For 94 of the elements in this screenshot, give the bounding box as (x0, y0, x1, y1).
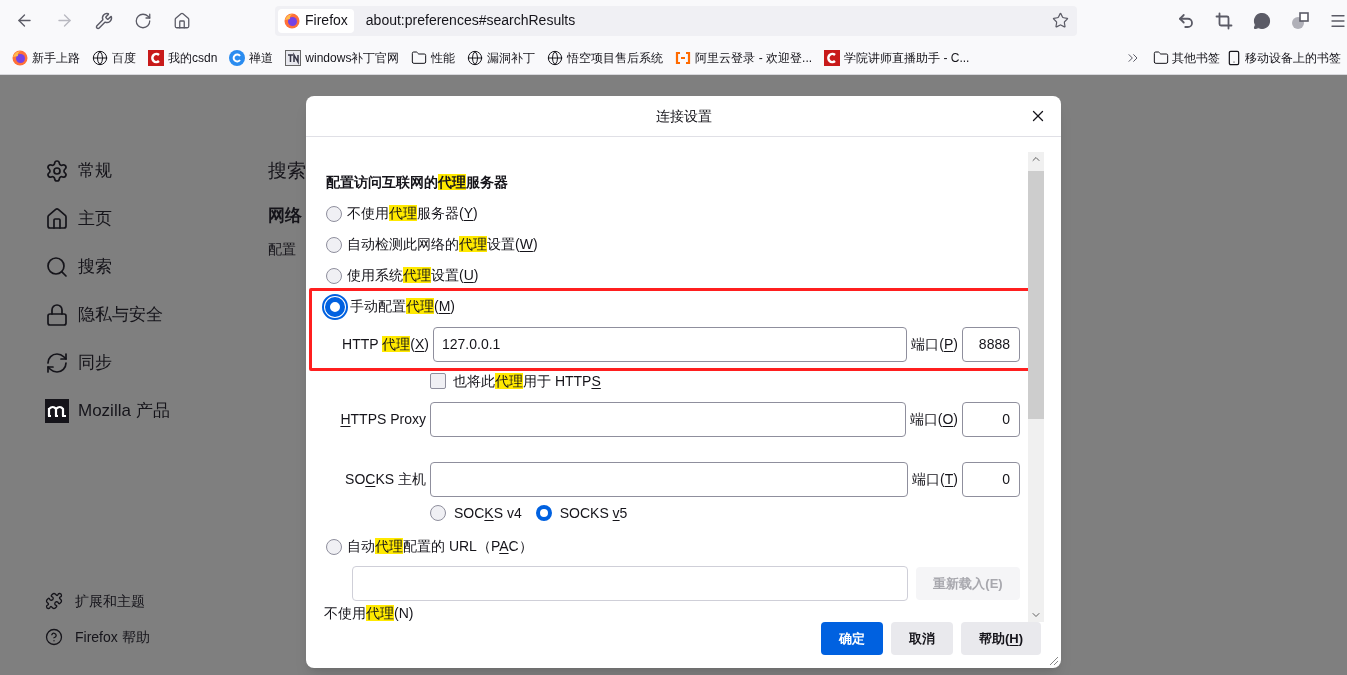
help-icon (45, 628, 63, 646)
dialog-button[interactable]: 帮助(H) (960, 622, 1041, 655)
puzzle-icon (45, 592, 63, 610)
sidebar-item[interactable]: Mozilla 产品 (45, 396, 268, 426)
bookmark-item[interactable]: windows补丁官网 (285, 48, 400, 67)
field-label: HTTPS Proxy (339, 410, 427, 429)
radio-label: 使用系统代理设置(U) (347, 266, 479, 285)
radio-button[interactable] (535, 505, 552, 521)
section-text: 配置 (268, 240, 297, 259)
home-icon[interactable] (173, 11, 191, 30)
site-logo-icon (229, 49, 246, 66)
bookmark-item[interactable]: 百度 (92, 48, 136, 67)
radio-button[interactable] (326, 538, 342, 555)
site-logo-icon (824, 49, 841, 66)
dialog-button[interactable]: 取消 (890, 622, 953, 655)
site-logo-icon (675, 49, 692, 66)
settings-icon (45, 159, 69, 183)
field-label: HTTP 代理(X) (341, 335, 430, 354)
checkbox[interactable] (430, 373, 446, 389)
port-field[interactable]: 0 (962, 462, 1020, 497)
dialog-button[interactable]: 确定 (820, 622, 883, 655)
crop-icon[interactable] (1215, 11, 1233, 30)
radio-label: SOCKS v5 (559, 503, 628, 523)
section-label: 不使用代理(N) (324, 604, 415, 622)
identity-box[interactable]: Firefox (278, 8, 354, 33)
sidebar-footer-item[interactable]: 扩展和主题 (45, 590, 268, 612)
reload-icon[interactable] (134, 11, 152, 30)
host-field[interactable] (430, 402, 906, 437)
section-title: 配置访问互联网的代理服务器 (326, 173, 509, 192)
firefox-logo-icon (12, 49, 28, 66)
bookmark-star-icon[interactable] (1052, 12, 1069, 29)
bookmark-item[interactable]: 性能 (411, 48, 456, 67)
bookmark-item[interactable]: 新手上路 (12, 48, 80, 67)
folder-icon (1153, 49, 1169, 66)
folder-icon (411, 49, 428, 66)
radio-button[interactable] (325, 296, 345, 317)
port-field[interactable]: 8888 (962, 327, 1020, 362)
bookmark-item[interactable]: 悟空项目售后系统 (547, 48, 664, 67)
bookmark-item[interactable]: 其他书签 (1153, 48, 1220, 67)
host-field[interactable] (430, 462, 909, 497)
radio-label: 手动配置代理(M) (350, 297, 455, 316)
sidebar-item[interactable]: 搜索 (45, 252, 268, 282)
lock-icon (45, 303, 69, 327)
sidebar-item[interactable]: 常规 (45, 156, 268, 186)
site-logo-icon (148, 49, 164, 66)
undo-icon[interactable] (1177, 11, 1195, 30)
globe-icon (547, 49, 564, 66)
radio-label: 自动代理配置的 URL（PAC） (347, 537, 533, 556)
bookmark-item[interactable]: 学院讲师直播助手 - C... (824, 48, 970, 67)
extension-icon[interactable] (1291, 11, 1309, 30)
port-label: 端口(T) (911, 470, 959, 489)
bookmark-item[interactable]: 我的csdn (148, 48, 218, 67)
scrollbar-thumb[interactable] (1028, 171, 1044, 419)
radio-button[interactable] (326, 236, 342, 253)
back-icon[interactable] (15, 11, 34, 30)
port-field[interactable]: 0 (962, 402, 1020, 437)
sidebar-item[interactable]: 隐私与安全 (45, 300, 268, 330)
firefox-logo-icon (284, 12, 301, 29)
wrench-icon[interactable] (95, 11, 113, 30)
sync-icon (45, 351, 69, 375)
radio-label: 不使用代理服务器(Y) (347, 204, 478, 223)
page-heading: 搜索 (268, 159, 306, 183)
field-label: SOCKS 主机 (344, 470, 427, 489)
globe-icon (92, 49, 108, 66)
radio-label: SOCKS v4 (454, 503, 522, 523)
section-heading: 网络 (268, 205, 303, 227)
dialog-title: 连接设置 (655, 106, 712, 126)
bookmark-item[interactable]: 禅道 (229, 48, 274, 67)
resize-grip-icon[interactable] (1047, 654, 1059, 666)
port-label: 端口(P) (910, 335, 959, 354)
radio-button[interactable] (326, 267, 342, 284)
site-logo-icon (285, 49, 302, 66)
chat-icon[interactable] (1253, 11, 1271, 30)
radio-button[interactable] (430, 505, 446, 521)
phone-icon (1226, 49, 1242, 66)
checkbox-label: 也将此代理用于 HTTPS (453, 371, 601, 391)
sidebar-item[interactable]: 主页 (45, 204, 268, 234)
bookmark-item[interactable]: 移动设备上的书签 (1226, 48, 1341, 67)
address-bar[interactable]: Firefox about:preferences#searchResults (275, 5, 1077, 36)
url-text: about:preferences#searchResults (365, 11, 577, 30)
forward-icon[interactable] (55, 11, 74, 30)
scrollbar[interactable] (1028, 152, 1044, 622)
sidebar-item[interactable]: 同步 (45, 348, 268, 378)
sidebar-footer-item[interactable]: Firefox 帮助 (45, 626, 268, 648)
port-label: 端口(O) (908, 410, 959, 429)
home-icon (45, 207, 69, 231)
bookmark-item[interactable]: 阿里云登录 - 欢迎登... (675, 48, 813, 67)
search-icon (45, 255, 69, 279)
radio-label: 自动检测此网络的代理设置(W) (347, 235, 538, 254)
mozilla-logo-icon (45, 399, 69, 423)
host-field[interactable]: 127.0.0.1 (433, 327, 908, 362)
globe-icon (467, 49, 484, 66)
bookmark-item[interactable]: 漏洞补丁 (467, 48, 536, 67)
radio-button[interactable] (326, 205, 342, 222)
